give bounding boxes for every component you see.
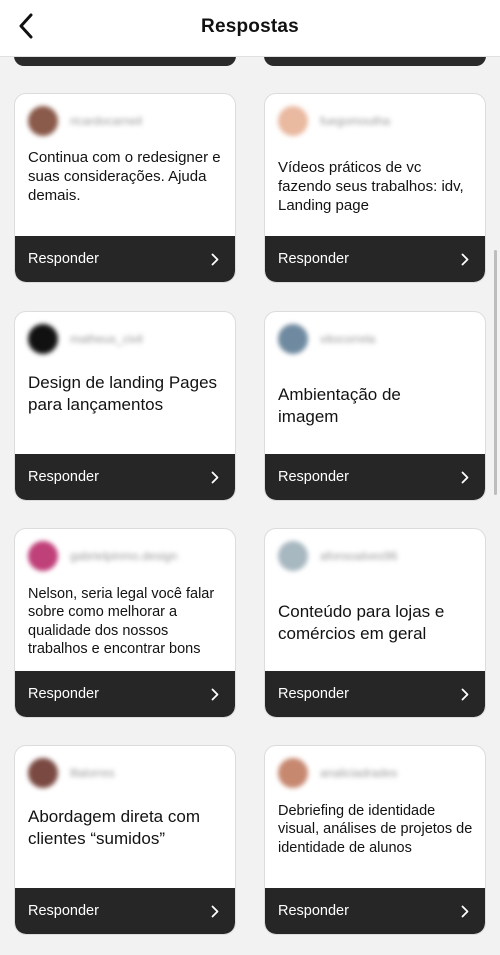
reply-button[interactable]: Responder bbox=[265, 454, 485, 500]
card-author: vitocorrela bbox=[278, 324, 473, 354]
chevron-right-icon bbox=[461, 470, 471, 484]
question-text: Debriefing de identidade visual, análise… bbox=[278, 803, 473, 856]
question-text: Vídeos práticos de vc fazendo seus traba… bbox=[278, 159, 464, 215]
avatar bbox=[28, 106, 58, 136]
scrollbar[interactable] bbox=[494, 250, 497, 495]
question-card: afonsoalves96 Conteúdo para lojas e comé… bbox=[264, 528, 486, 718]
question-card: fuegomoutha Vídeos práticos de vc fazend… bbox=[264, 93, 486, 283]
username: analiciadrades bbox=[320, 766, 398, 780]
reply-label: Responder bbox=[278, 469, 349, 485]
reply-bar-partial[interactable] bbox=[14, 56, 236, 66]
card-author: lllalorres bbox=[28, 758, 223, 788]
chevron-right-icon bbox=[461, 904, 471, 918]
username: gabrielpinmo.design bbox=[70, 549, 178, 563]
page-title: Respostas bbox=[201, 16, 299, 37]
card-author: analiciadrades bbox=[278, 758, 473, 788]
avatar bbox=[278, 106, 308, 136]
reply-label: Responder bbox=[278, 251, 349, 267]
question-text: Nelson, seria legal você falar sobre com… bbox=[28, 586, 215, 657]
reply-bar-partial[interactable] bbox=[264, 56, 486, 66]
chevron-right-icon bbox=[211, 252, 221, 266]
reply-label: Responder bbox=[28, 251, 99, 267]
reply-button[interactable]: Responder bbox=[265, 888, 485, 934]
chevron-right-icon bbox=[461, 252, 471, 266]
username: matheus_civil bbox=[70, 332, 143, 346]
avatar bbox=[28, 758, 58, 788]
avatar bbox=[278, 541, 308, 571]
avatar bbox=[28, 541, 58, 571]
reply-button[interactable]: Responder bbox=[265, 671, 485, 717]
avatar bbox=[28, 324, 58, 354]
reply-button[interactable]: Responder bbox=[265, 236, 485, 282]
card-author: gabrielpinmo.design bbox=[28, 541, 223, 571]
question-card: ricardocarneil Continua com o redesigner… bbox=[14, 93, 236, 283]
reply-label: Responder bbox=[28, 469, 99, 485]
reply-button[interactable]: Responder bbox=[15, 236, 235, 282]
reply-label: Responder bbox=[28, 903, 99, 919]
reply-button[interactable]: Responder bbox=[15, 888, 235, 934]
question-card: lllalorres Abordagem direta com clientes… bbox=[14, 745, 236, 935]
question-text: Ambientação de imagem bbox=[278, 385, 401, 427]
question-text: Design de landing Pages para lançamentos bbox=[28, 373, 218, 415]
username: ricardocarneil bbox=[70, 114, 143, 128]
card-author: ricardocarneil bbox=[28, 106, 223, 136]
question-card: matheus_civil Design de landing Pages pa… bbox=[14, 311, 236, 501]
question-text: Conteúdo para lojas e comércios em geral bbox=[278, 602, 445, 644]
avatar bbox=[278, 324, 308, 354]
question-card: analiciadrades Debriefing de identidade … bbox=[264, 745, 486, 935]
username: fuegomoutha bbox=[320, 114, 391, 128]
reply-button[interactable]: Responder bbox=[15, 454, 235, 500]
question-card: vitocorrela Ambientação de imagem Respon… bbox=[264, 311, 486, 501]
reply-label: Responder bbox=[278, 903, 349, 919]
card-author: fuegomoutha bbox=[278, 106, 473, 136]
question-text: Abordagem direta com clientes “sumidos” bbox=[28, 807, 200, 849]
chevron-right-icon bbox=[211, 904, 221, 918]
question-text: Continua com o redesigner e suas conside… bbox=[28, 149, 221, 205]
card-author: afonsoalves96 bbox=[278, 541, 473, 571]
reply-button[interactable]: Responder bbox=[15, 671, 235, 717]
chevron-right-icon bbox=[211, 687, 221, 701]
chevron-right-icon bbox=[461, 687, 471, 701]
username: vitocorrela bbox=[320, 332, 376, 346]
avatar bbox=[278, 758, 308, 788]
card-author: matheus_civil bbox=[28, 324, 223, 354]
reply-label: Responder bbox=[28, 686, 99, 702]
username: lllalorres bbox=[70, 766, 115, 780]
question-card: gabrielpinmo.design Nelson, seria legal … bbox=[14, 528, 236, 718]
reply-label: Responder bbox=[278, 686, 349, 702]
username: afonsoalves96 bbox=[320, 549, 398, 563]
top-bar: Respostas bbox=[0, 0, 500, 57]
chevron-right-icon bbox=[211, 470, 221, 484]
